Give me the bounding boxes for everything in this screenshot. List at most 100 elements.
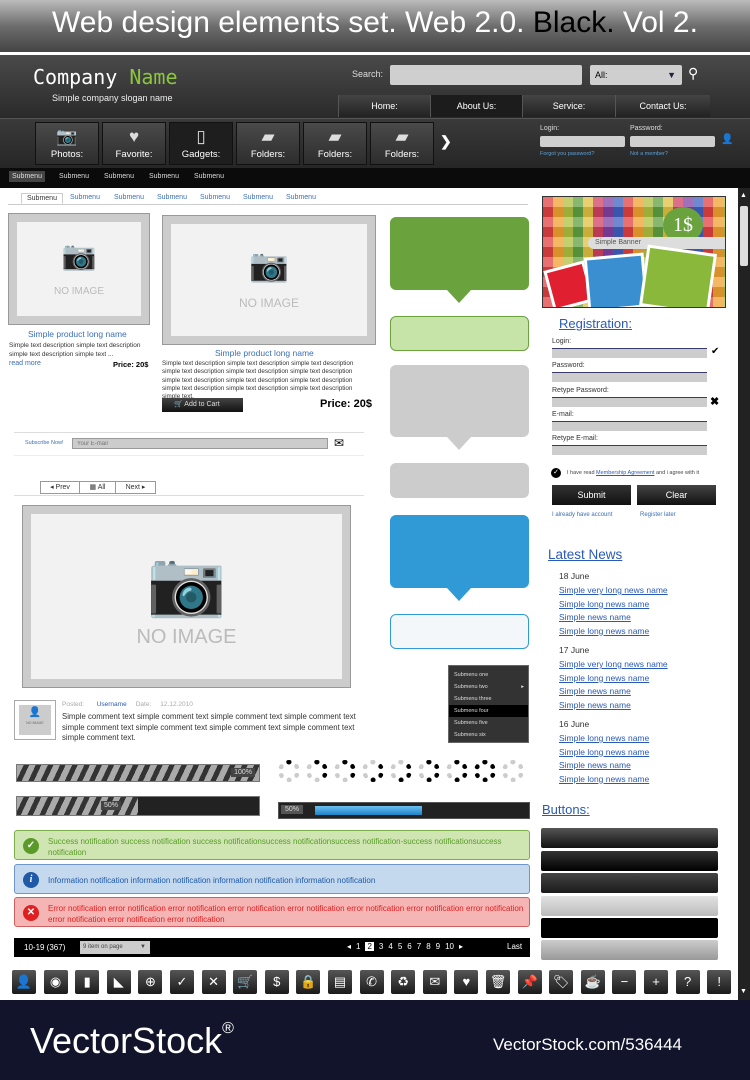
sample-button-black[interactable]	[541, 918, 718, 938]
news-link[interactable]: Simple long news name	[559, 773, 729, 787]
submit-button[interactable]: Submit	[552, 485, 631, 505]
globe-icon[interactable]: ⊕	[138, 970, 163, 994]
news-link[interactable]: Simple very long news name	[559, 584, 729, 598]
page-link[interactable]: 1	[356, 942, 360, 951]
tab[interactable]: Submenu	[286, 194, 316, 201]
all-button[interactable]: ▦ All	[80, 482, 116, 493]
dollar-icon[interactable]: $	[264, 970, 289, 994]
search-input[interactable]	[390, 65, 582, 85]
next-page-icon[interactable]: ▸	[459, 942, 463, 951]
submenu-item[interactable]: Submenu	[9, 171, 45, 182]
dropdown-item[interactable]: Submenu five	[449, 717, 528, 729]
tag-icon[interactable]: 🏷	[549, 970, 574, 994]
prev-button[interactable]: ◂ Prev	[41, 482, 80, 493]
tab[interactable]: Submenu	[200, 194, 230, 201]
user-icon[interactable]: 👤	[721, 134, 733, 145]
scroll-down-icon[interactable]: ▼	[740, 988, 747, 995]
nav-tile-gadgets[interactable]: ▯ Gadgets:	[169, 122, 233, 165]
news-link[interactable]: Simple long news name	[559, 732, 729, 746]
dropdown-item[interactable]: Submenu two ▸	[449, 681, 528, 693]
coffee-icon[interactable]: ☕	[580, 970, 605, 994]
page-link[interactable]: 5	[398, 942, 402, 951]
add-to-cart-button[interactable]: 🛒 Add to Cart	[162, 398, 243, 412]
nav-service[interactable]: Service:	[522, 95, 615, 117]
logo[interactable]: Company Name	[33, 65, 178, 89]
news-link[interactable]: Simple news name	[559, 685, 729, 699]
recycle-icon[interactable]: ♻	[391, 970, 416, 994]
scrollbar[interactable]: ▲ ▼	[738, 188, 750, 1000]
last-page-link[interactable]: Last	[507, 942, 522, 951]
product-image[interactable]: 📷 NO IMAGE	[162, 215, 376, 345]
eye-icon[interactable]: ◉	[43, 970, 68, 994]
clear-button[interactable]: Clear	[637, 485, 716, 505]
page-link[interactable]: 10	[445, 942, 454, 951]
tab-active[interactable]: Submenu	[21, 193, 63, 204]
agree-checkbox[interactable]: ✓	[551, 468, 561, 478]
sample-button-dark[interactable]	[541, 851, 718, 871]
register-later-link[interactable]: Register later	[640, 512, 676, 518]
tab[interactable]: Submenu	[243, 194, 273, 201]
sample-button-dark[interactable]	[541, 828, 718, 848]
page-current[interactable]: 2	[365, 942, 374, 951]
reg-password-input[interactable]	[552, 372, 707, 382]
scroll-up-icon[interactable]: ▲	[740, 192, 747, 199]
cart-icon[interactable]: 🛒	[233, 970, 258, 994]
page-link[interactable]: 4	[388, 942, 392, 951]
trash-icon[interactable]: 🗑	[486, 970, 510, 994]
bar-chart-icon[interactable]: ▮	[75, 970, 100, 994]
lock-icon[interactable]: 🔒	[296, 970, 321, 994]
news-link[interactable]: Simple news name	[559, 759, 729, 773]
reg-retype-password-input[interactable]	[552, 397, 707, 407]
pin-icon[interactable]: 📌	[517, 970, 542, 994]
news-link[interactable]: Simple long news name	[559, 672, 729, 686]
scrollbar-thumb[interactable]	[740, 206, 748, 266]
news-link[interactable]: Simple very long news name	[559, 658, 729, 672]
heart-icon[interactable]: ♥	[454, 970, 479, 994]
sample-button-light[interactable]	[541, 896, 718, 916]
news-link[interactable]: Simple news name	[559, 699, 729, 713]
dropdown-item[interactable]: Submenu one	[449, 669, 528, 681]
product-name[interactable]: Simple product long name	[28, 329, 127, 339]
password-input[interactable]	[630, 136, 715, 147]
nav-home[interactable]: Home:	[338, 95, 430, 117]
page-link[interactable]: 8	[426, 942, 430, 951]
reg-login-input[interactable]	[552, 348, 707, 358]
submenu-item[interactable]: Submenu	[149, 173, 179, 180]
check-icon[interactable]: ✓	[170, 970, 194, 994]
search-icon[interactable]: ⚲	[688, 65, 698, 82]
submenu-item[interactable]: Submenu	[104, 173, 134, 180]
mail-icon[interactable]: ✉	[422, 970, 447, 994]
email-input[interactable]	[72, 438, 328, 449]
nav-tile-folders[interactable]: ▰ Folders:	[236, 122, 300, 165]
news-link[interactable]: Simple news name	[559, 611, 729, 625]
question-icon[interactable]: ?	[675, 970, 700, 994]
news-link[interactable]: Simple long news name	[559, 598, 729, 612]
page-link[interactable]: 7	[417, 942, 421, 951]
submenu-item[interactable]: Submenu	[59, 173, 89, 180]
nav-tile-photos[interactable]: 📷 Photos:	[35, 122, 99, 165]
have-account-link[interactable]: I already have account	[552, 512, 612, 518]
username-link[interactable]: Username	[97, 701, 127, 708]
per-page-select[interactable]: 9 item on page ▼	[80, 941, 150, 954]
product-name[interactable]: Simple product long name	[215, 348, 314, 358]
minus-icon[interactable]: −	[612, 970, 637, 994]
not-member-link[interactable]: Not a member?	[630, 151, 668, 157]
tab[interactable]: Submenu	[114, 194, 144, 201]
product-image[interactable]: 📷 NO IMAGE	[8, 213, 150, 325]
large-image[interactable]: 📷 NO IMAGE	[22, 505, 351, 688]
user-icon[interactable]: 👤	[12, 970, 36, 994]
reg-email-input[interactable]	[552, 421, 707, 431]
nav-tile-favorite[interactable]: ♥ Favorite:	[102, 122, 166, 165]
read-more-link[interactable]: read more	[9, 360, 41, 367]
login-input[interactable]	[540, 136, 625, 147]
page-link[interactable]: 6	[407, 942, 411, 951]
nav-tile-folders[interactable]: ▰ Folders:	[303, 122, 367, 165]
prev-page-icon[interactable]: ◂	[347, 942, 351, 951]
next-button[interactable]: Next ▸	[116, 482, 155, 493]
page-link[interactable]: 9	[436, 942, 440, 951]
banner[interactable]: 1$ Simple Banner	[542, 196, 726, 308]
dropdown-item[interactable]: Submenu six	[449, 729, 528, 741]
sample-button-gray[interactable]	[541, 940, 718, 960]
reg-retype-email-input[interactable]	[552, 445, 707, 455]
nav-tile-folders[interactable]: ▰ Folders:	[370, 122, 434, 165]
